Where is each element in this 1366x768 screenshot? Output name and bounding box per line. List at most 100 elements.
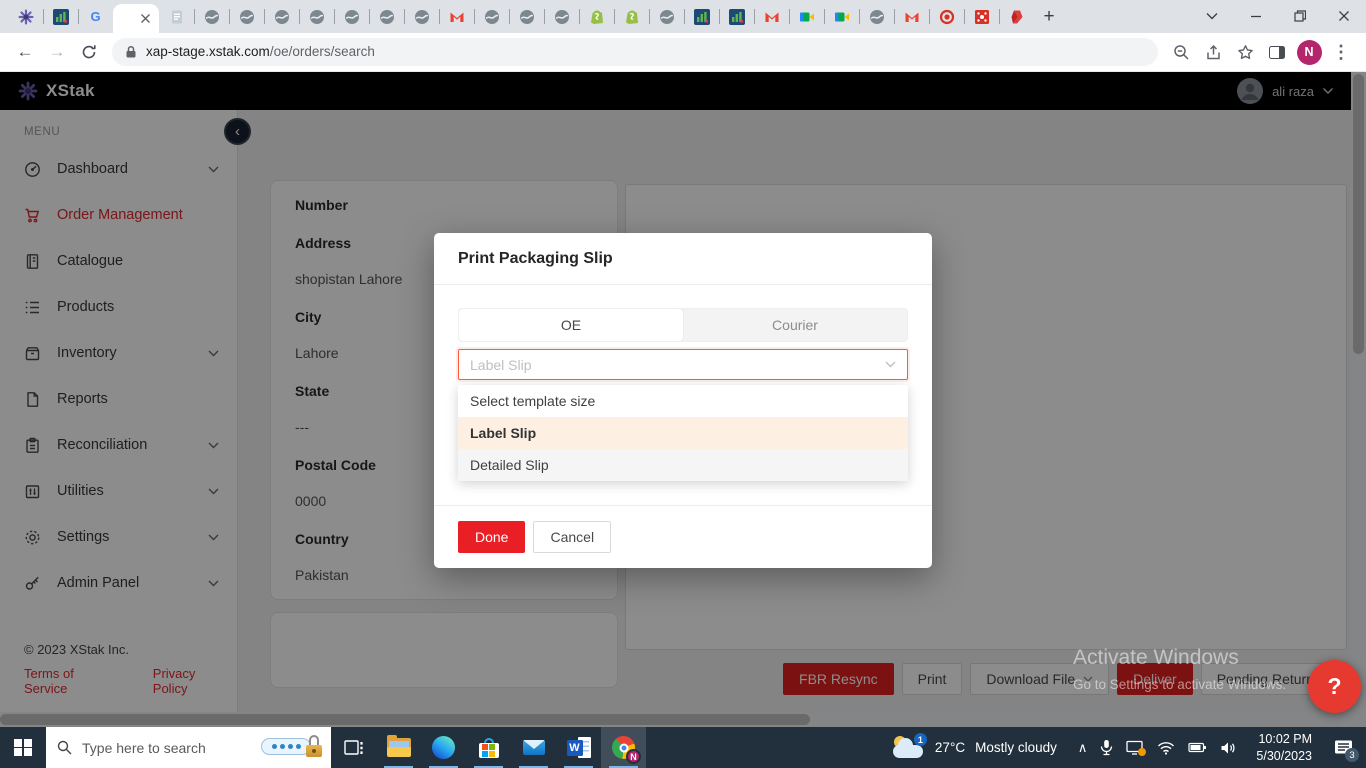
browser-tab-globe[interactable] bbox=[264, 0, 299, 33]
globe-favicon-icon bbox=[379, 9, 395, 25]
back-button[interactable]: ← bbox=[10, 37, 40, 67]
browser-tab-google[interactable]: G bbox=[78, 0, 113, 33]
task-view-taskbar-button[interactable] bbox=[331, 727, 376, 768]
browser-tab-globe[interactable] bbox=[404, 0, 439, 33]
browser-tab-gmail[interactable] bbox=[894, 0, 929, 33]
word-taskbar-button[interactable]: W bbox=[556, 727, 601, 768]
tab-close-icon[interactable] bbox=[140, 13, 151, 24]
profile-initial: N bbox=[1296, 39, 1322, 65]
modal-footer: Done Cancel bbox=[434, 505, 932, 568]
chrome-taskbar-button[interactable]: N bbox=[601, 727, 646, 768]
analytics-favicon-icon bbox=[52, 8, 69, 25]
template-size-dropdown: Select template size Label Slip Detailed S… bbox=[458, 385, 908, 481]
bookmark-star-icon[interactable] bbox=[1230, 37, 1260, 67]
browser-tab-globe[interactable] bbox=[194, 0, 229, 33]
action-center-button[interactable]: 3 bbox=[1322, 727, 1366, 768]
store-taskbar-button[interactable] bbox=[466, 727, 511, 768]
taskbar-weather[interactable]: 1 27°C Mostly cloudy bbox=[881, 727, 1069, 768]
shopify-favicon-icon bbox=[624, 9, 640, 25]
taskbar-search-box[interactable]: Type here to search bbox=[46, 727, 331, 768]
browser-tab-gmail[interactable] bbox=[439, 0, 474, 33]
page-viewport: XStak ali raza MENU Dashboard Order Manag… bbox=[0, 72, 1366, 727]
xstak-flower-favicon-icon bbox=[18, 9, 34, 25]
zoom-indicator-icon[interactable] bbox=[1166, 37, 1196, 67]
tab-search-chevron-icon[interactable] bbox=[1190, 0, 1234, 32]
browser-tab-analytics[interactable] bbox=[719, 0, 754, 33]
battery-icon[interactable] bbox=[1188, 742, 1207, 753]
help-widget-button[interactable]: ? bbox=[1308, 660, 1361, 713]
wifi-icon[interactable] bbox=[1157, 741, 1175, 755]
share-icon[interactable] bbox=[1198, 37, 1228, 67]
clock-time: 10:02 PM bbox=[1258, 732, 1312, 747]
browser-tab-globe[interactable] bbox=[544, 0, 579, 33]
volume-icon[interactable] bbox=[1220, 741, 1237, 755]
globe-favicon-icon bbox=[414, 9, 430, 25]
browser-tab-globe[interactable] bbox=[649, 0, 684, 33]
browser-tab-analytics[interactable] bbox=[684, 0, 719, 33]
done-button[interactable]: Done bbox=[458, 521, 526, 553]
browser-tab-pattern-red[interactable] bbox=[964, 0, 999, 33]
browser-tab-shopify[interactable] bbox=[614, 0, 649, 33]
weather-condition: Mostly cloudy bbox=[975, 740, 1057, 755]
gmail-favicon-icon bbox=[449, 9, 465, 25]
microphone-icon[interactable] bbox=[1100, 739, 1113, 756]
option-detailed-slip[interactable]: Detailed Slip bbox=[458, 449, 908, 481]
new-tab-button[interactable]: + bbox=[1034, 0, 1064, 33]
close-window-button[interactable] bbox=[1322, 0, 1366, 32]
side-panel-icon[interactable] bbox=[1262, 37, 1292, 67]
browser-tab-shopify[interactable] bbox=[579, 0, 614, 33]
url-host: xap-stage.xstak.com bbox=[146, 44, 270, 59]
meet-favicon-icon bbox=[799, 9, 815, 25]
browser-tab-gmail[interactable] bbox=[754, 0, 789, 33]
forward-button[interactable]: → bbox=[42, 37, 72, 67]
edge-taskbar-button[interactable] bbox=[421, 727, 466, 768]
browser-tab-globe[interactable] bbox=[859, 0, 894, 33]
reload-button[interactable] bbox=[74, 37, 104, 67]
browser-tab-xstak-flower[interactable] bbox=[8, 0, 43, 33]
taskbar-clock[interactable]: 10:02 PM 5/30/2023 bbox=[1246, 727, 1322, 768]
browser-tab-globe[interactable] bbox=[229, 0, 264, 33]
analytics-favicon-icon bbox=[728, 8, 745, 25]
globe-favicon-icon bbox=[519, 9, 535, 25]
browser-tab-analytics[interactable] bbox=[43, 0, 78, 33]
browser-tab-globe[interactable] bbox=[369, 0, 404, 33]
browser-tab-active[interactable] bbox=[113, 4, 159, 33]
tab-strip-tabs: G bbox=[8, 0, 1034, 33]
print-packaging-slip-modal: Print Packaging Slip OE Courier Label Sli… bbox=[434, 233, 932, 568]
tray-expand-icon[interactable]: ∧ bbox=[1078, 740, 1088, 756]
weather-badge: 1 bbox=[913, 733, 927, 746]
cancel-button[interactable]: Cancel bbox=[533, 521, 612, 553]
start-button[interactable] bbox=[0, 727, 46, 768]
template-size-select[interactable]: Label Slip bbox=[458, 349, 908, 380]
cast-display-icon[interactable] bbox=[1126, 740, 1147, 756]
minimize-button[interactable] bbox=[1234, 0, 1278, 32]
restore-button[interactable] bbox=[1278, 0, 1322, 32]
globe-favicon-icon bbox=[239, 9, 255, 25]
browser-tab-meet[interactable] bbox=[789, 0, 824, 33]
modal-tab-oe[interactable]: OE bbox=[459, 309, 683, 341]
mail-taskbar-button[interactable] bbox=[511, 727, 556, 768]
search-icon bbox=[57, 740, 72, 755]
option-select-template-size[interactable]: Select template size bbox=[458, 385, 908, 417]
windows-logo-icon bbox=[14, 738, 32, 757]
browser-tab-docs[interactable] bbox=[159, 0, 194, 33]
browser-tab-ribbon-red[interactable] bbox=[999, 0, 1034, 33]
option-label-slip[interactable]: Label Slip bbox=[458, 417, 908, 449]
file-explorer-taskbar-button[interactable] bbox=[376, 727, 421, 768]
browser-tab-globe[interactable] bbox=[474, 0, 509, 33]
address-bar[interactable]: xap-stage.xstak.com/oe/orders/search bbox=[112, 38, 1158, 66]
store-icon bbox=[478, 737, 499, 758]
browser-tab-meet[interactable] bbox=[824, 0, 859, 33]
browser-tab-globe[interactable] bbox=[334, 0, 369, 33]
password-lock-icon bbox=[261, 735, 322, 757]
browser-tab-globe[interactable] bbox=[299, 0, 334, 33]
browser-tab-record-red[interactable] bbox=[929, 0, 964, 33]
record-red-favicon-icon bbox=[939, 9, 955, 25]
modal-tab-courier[interactable]: Courier bbox=[683, 309, 907, 341]
browser-menu-icon[interactable]: ⋮ bbox=[1326, 37, 1356, 67]
notification-count-badge: 3 bbox=[1345, 748, 1359, 762]
url-text: xap-stage.xstak.com/oe/orders/search bbox=[146, 43, 375, 61]
profile-avatar[interactable]: N bbox=[1294, 37, 1324, 67]
analytics-favicon-icon bbox=[693, 8, 710, 25]
browser-tab-globe[interactable] bbox=[509, 0, 544, 33]
